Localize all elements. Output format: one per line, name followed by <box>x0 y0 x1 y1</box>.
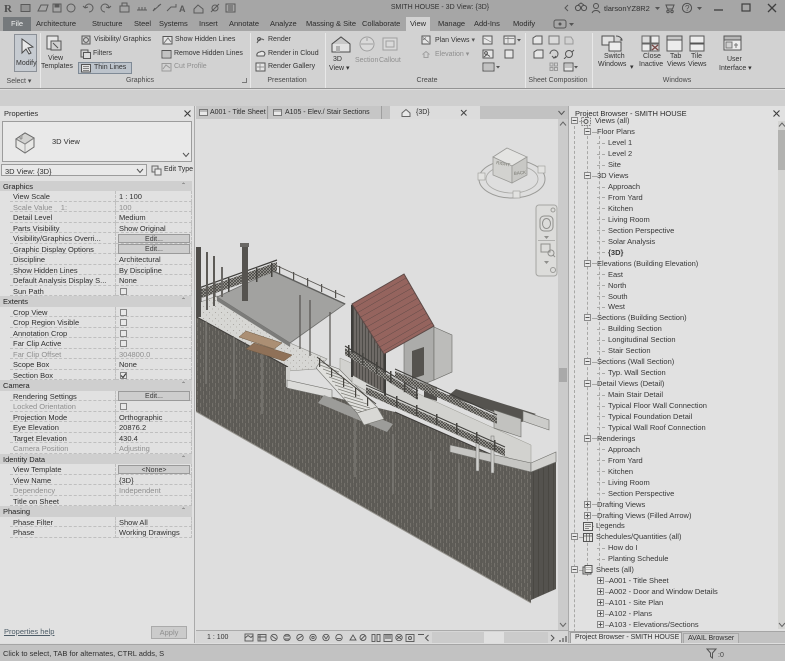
svg-text:R: R <box>4 3 13 15</box>
svg-text:A: A <box>179 4 186 14</box>
svg-text:?: ? <box>685 4 690 13</box>
svg-text::0: :0 <box>718 652 724 659</box>
svg-text:tlarsonYZ8R2: tlarsonYZ8R2 <box>604 4 650 13</box>
